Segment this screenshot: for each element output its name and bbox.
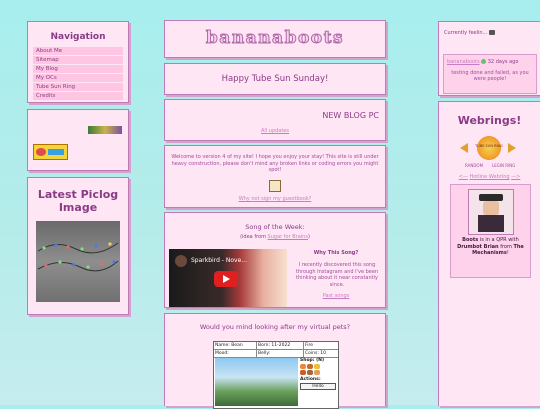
- food-item-icon[interactable]: [307, 364, 313, 369]
- prev-ring-arrow-icon[interactable]: [460, 143, 468, 153]
- status-meta: bananaboots 32 days ago: [447, 59, 533, 66]
- channel-avatar: [175, 255, 187, 267]
- food-item-icon[interactable]: [300, 364, 306, 369]
- status-time: 32 days ago: [487, 59, 519, 65]
- header-panel: bananaboots: [164, 20, 386, 58]
- pet-widget: Name: Bean Born: 11-2022 Fire Mood: Bell…: [213, 341, 339, 409]
- blog-panel: NEW BLOG PC All updates: [164, 99, 386, 141]
- nav-item-sitemap[interactable]: Sitemap: [33, 56, 123, 64]
- food-item-icon[interactable]: [307, 370, 313, 375]
- pet-scene-image: [215, 358, 298, 406]
- actions-label: Actions:: [300, 377, 321, 382]
- all-updates-link[interactable]: All updates: [165, 128, 385, 135]
- oc-text-1: is in a QPR with: [478, 237, 519, 243]
- next-ring-arrow-icon[interactable]: [508, 143, 516, 153]
- oc-portrait-image[interactable]: [468, 189, 514, 235]
- greeting-panel: Happy Tube Sun Sunday!: [164, 63, 386, 95]
- pet-name: Name: Bean: [214, 342, 257, 349]
- nav-title: Navigation: [50, 32, 106, 42]
- pet-coins: Coins: 10: [305, 351, 327, 356]
- piclog-title: Latest Piclog Image: [37, 188, 119, 214]
- tube-sun-ring-label: TUBE SUN RING: [475, 144, 503, 148]
- nav-panel: Navigation About Me Sitemap My Blog My O…: [27, 21, 129, 103]
- webrings-title: Webrings!: [457, 114, 522, 127]
- oc-text-2: from: [498, 243, 514, 250]
- status-emoji-icon: [481, 59, 487, 64]
- status-card: bananaboots 32 days ago testing done and…: [443, 54, 537, 94]
- pet-title: Would you mind looking after my virtual …: [199, 323, 351, 331]
- greeting-text: Happy Tube Sun Sunday!: [221, 74, 329, 84]
- piclog-panel: Latest Piclog Image: [27, 177, 129, 315]
- video-title: Sparkbird - Nove...: [191, 257, 247, 264]
- guestbook-icon[interactable]: [269, 180, 281, 192]
- status-message: testing done and failed, as you were peo…: [451, 69, 529, 83]
- currently-label: Currently feelin...: [444, 30, 540, 36]
- string-lights-graphic: [37, 242, 119, 272]
- site-logo[interactable]: bananaboots: [165, 28, 385, 49]
- oc-partner: Drumbot Brian: [457, 243, 499, 250]
- pet-panel: Would you mind looking after my virtual …: [164, 313, 386, 409]
- oc-card: Boots is in a QPR with Drumbot Brian fro…: [450, 184, 531, 278]
- blog-title: NEW BLOG PC: [322, 111, 379, 120]
- nav-list: About Me Sitemap My Blog My OCs Tube Sun…: [33, 47, 123, 100]
- song-credit-prefix: (idea from: [240, 234, 268, 240]
- currently-label-text: Currently feelin...: [444, 30, 488, 36]
- nav-item-my-blog[interactable]: My Blog: [33, 65, 123, 73]
- welcome-text: Welcome to version 4 of my site! I hope …: [171, 154, 379, 173]
- buttons-panel: [27, 109, 129, 171]
- site-button-1[interactable]: [88, 126, 122, 134]
- food-item-icon[interactable]: [300, 370, 306, 375]
- pet-mood: Mood:: [214, 350, 257, 357]
- past-songs-link[interactable]: Past songs: [291, 293, 381, 300]
- sugar-for-brains-link[interactable]: Sugar for Brains: [268, 234, 308, 240]
- status-user-link[interactable]: bananaboots: [447, 59, 480, 65]
- tube-sun-ring-badge[interactable]: [475, 134, 503, 162]
- hotline-next-link[interactable]: —>: [511, 174, 520, 180]
- oc-name: Boots: [462, 237, 479, 243]
- youtube-embed[interactable]: Sparkbird - Nove...: [169, 249, 287, 307]
- nav-item-credits[interactable]: Credits: [33, 92, 123, 100]
- why-text: I recently discovered this song through …: [295, 262, 379, 288]
- hotline-prev-link[interactable]: <—: [459, 174, 468, 180]
- welcome-panel: Welcome to version 4 of my site! I hope …: [164, 145, 386, 208]
- site-button-2[interactable]: [33, 144, 68, 160]
- oc-description: Boots is in a QPR with Drumbot Brian fro…: [454, 237, 527, 257]
- pet-element: Fire: [305, 343, 314, 348]
- oc-end: !: [506, 250, 509, 256]
- piclog-image[interactable]: [36, 221, 120, 302]
- nav-item-tube-sun-ring[interactable]: Tube Sun Ring: [33, 83, 123, 91]
- song-credit: (idea from Sugar for Brains): [165, 234, 385, 241]
- pet-born: Born: 11-2022: [257, 342, 304, 349]
- pet-shop: Shop: (N) Actions: Hello: [300, 358, 336, 390]
- webrings-panel: Webrings! TUBE SUN RING RANDOM LEGIN RIN…: [438, 101, 540, 406]
- food-item-icon[interactable]: [314, 370, 320, 375]
- hello-button[interactable]: Hello: [300, 383, 336, 390]
- status-app-icon: [488, 30, 495, 35]
- ring-list-link[interactable]: LEGIN RING: [492, 163, 515, 168]
- hotline-webring-link[interactable]: Hotline Webring: [469, 174, 509, 180]
- status-panel: Currently feelin... bananaboots 32 days …: [438, 21, 540, 96]
- ring-random-link[interactable]: RANDOM: [465, 163, 483, 168]
- food-item-icon[interactable]: [314, 364, 320, 369]
- guestbook-link[interactable]: Why not sign my guestbook?: [165, 196, 385, 203]
- shop-label: Shop: (N): [300, 358, 325, 363]
- hotline-webring: <— Hotline Webring —>: [439, 174, 540, 181]
- youtube-play-icon[interactable]: [214, 271, 238, 287]
- song-panel: Song of the Week: (idea from Sugar for B…: [164, 212, 386, 308]
- song-title: Song of the Week:: [245, 223, 305, 231]
- nav-item-about-me[interactable]: About Me: [33, 47, 123, 55]
- nav-item-my-ocs[interactable]: My OCs: [33, 74, 123, 82]
- pet-belly: Belly:: [257, 350, 304, 357]
- why-title: Why This Song?: [313, 250, 359, 256]
- song-credit-suffix: ): [307, 234, 310, 240]
